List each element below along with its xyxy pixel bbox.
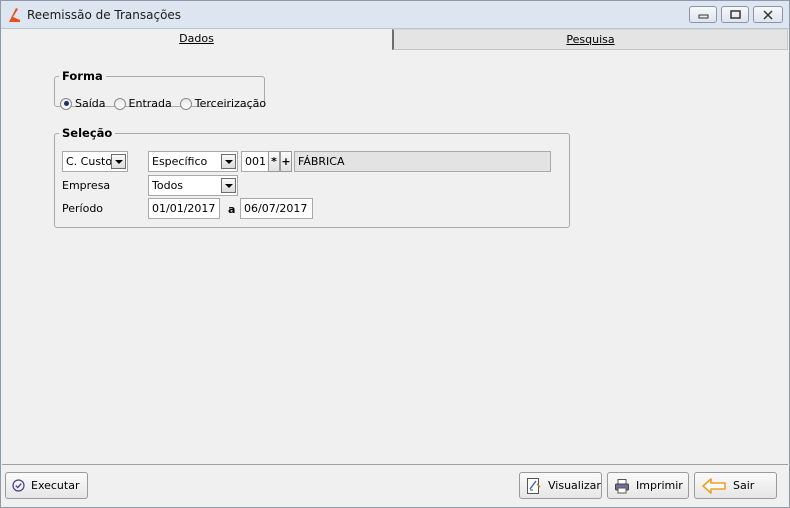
minimize-button[interactable] [689, 6, 717, 23]
chevron-down-icon[interactable] [111, 154, 126, 169]
footer-divider [2, 464, 788, 465]
empresa-select-value: Todos [152, 179, 184, 192]
periodo-separator: a [228, 203, 236, 216]
radio-saida-label: Saída [75, 97, 106, 110]
chevron-down-icon[interactable] [221, 178, 236, 193]
minimize-icon [698, 14, 709, 19]
periodo-fim-field[interactable]: 06/07/2017 [240, 198, 313, 219]
main-window: Reemissão de Transações Dados Pesquisa F… [0, 0, 790, 508]
radio-terceirizacao[interactable]: Terceirização [179, 97, 267, 110]
tipo-select[interactable]: C. Custo [62, 151, 128, 172]
empresa-select[interactable]: Todos [148, 175, 238, 196]
radio-terceirizacao-label: Terceirização [194, 97, 267, 110]
executar-label: Executar [31, 479, 80, 492]
tab-dados[interactable]: Dados [2, 29, 391, 50]
radio-saida[interactable]: Saída [60, 97, 106, 110]
maximize-button[interactable] [721, 6, 749, 23]
app-logo-icon [9, 8, 20, 22]
sair-button[interactable]: Sair [694, 472, 777, 499]
periodo-label: Período [62, 202, 104, 215]
selecao-legend: Seleção [62, 126, 113, 140]
executar-button[interactable]: Executar [5, 472, 88, 499]
codigo-field[interactable]: 001 [241, 151, 269, 172]
close-button[interactable] [753, 6, 783, 23]
empresa-label: Empresa [62, 179, 111, 192]
tab-dados-label: Dados [179, 32, 214, 45]
radio-saida-dot[interactable] [60, 97, 72, 110]
close-icon [763, 10, 773, 20]
descricao-field: FÁBRICA [294, 151, 551, 172]
window-title: Reemissão de Transações [27, 8, 182, 22]
search-all-button[interactable]: * [268, 151, 280, 172]
visualizar-label: Visualizar [548, 479, 601, 492]
imprimir-label: Imprimir [636, 479, 683, 492]
radio-entrada-dot[interactable] [113, 97, 126, 110]
radio-entrada[interactable]: Entrada [113, 97, 172, 110]
periodo-inicio-field[interactable]: 01/01/2017 [148, 198, 220, 219]
visualizar-button[interactable]: Visualizar [519, 472, 602, 499]
forma-radio-row: Saída Entrada Terceirização [60, 97, 274, 110]
modo-select-value: Específico [152, 155, 208, 168]
printer-icon [615, 478, 629, 493]
chevron-down-icon[interactable] [221, 154, 236, 169]
check-circle-icon [12, 479, 25, 492]
forma-group: Forma Saída Entrada Terceirização [54, 69, 266, 110]
imprimir-button[interactable]: Imprimir [607, 472, 689, 499]
modo-select[interactable]: Específico [148, 151, 238, 172]
tab-pesquisa-label: Pesquisa [566, 33, 615, 46]
radio-terceirizacao-dot[interactable] [179, 97, 192, 110]
maximize-icon [730, 10, 741, 19]
forma-legend: Forma [62, 69, 103, 83]
tab-pesquisa[interactable]: Pesquisa [392, 29, 788, 50]
add-button[interactable]: + [280, 151, 292, 172]
tab-bar: Dados Pesquisa [2, 29, 788, 50]
tipo-select-value: C. Custo [66, 155, 113, 168]
title-bar: Reemissão de Transações [1, 1, 789, 29]
radio-entrada-label: Entrada [128, 97, 172, 110]
arrow-left-icon [702, 477, 726, 494]
document-preview-icon [527, 477, 541, 494]
sair-label: Sair [733, 479, 755, 492]
